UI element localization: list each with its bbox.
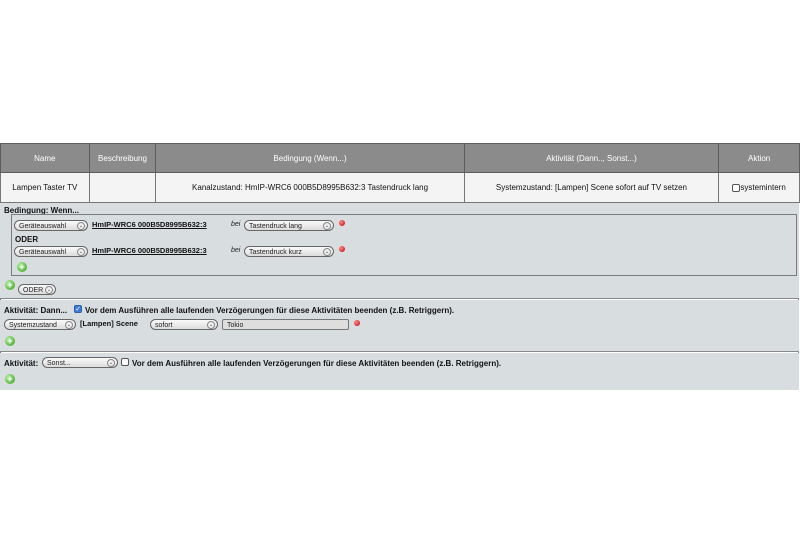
add-icon[interactable]: + [17,262,27,272]
trigger-select-2-value: Tastendruck kurz [249,249,302,256]
chevron-down-icon: ⌄ [207,321,215,329]
chevron-down-icon: ⌄ [65,321,73,329]
device-link-2[interactable]: HmIP-WRC6 000B5D8995B632:3 [92,246,207,255]
chevron-down-icon: ⌄ [323,222,331,230]
condition-section: Bedingung: Wenn... Geräteauswahl ⌄ HmIP-… [0,203,799,299]
program-activity-cell: Systemzustand: [Lampen] Scene sofort auf… [463,172,720,203]
systemintern-checkbox[interactable] [732,183,741,192]
bei-label-2: bei [231,247,241,254]
then-activity-select[interactable]: Systemzustand ⌄ [4,319,76,330]
trigger-select-1-value: Tastendruck lang [249,223,302,230]
then-timing-select[interactable]: sofort ⌄ [150,319,218,330]
chevron-down-icon: ⌄ [45,286,53,294]
delete-icon[interactable] [339,246,345,252]
chevron-down-icon: ⌄ [77,222,85,230]
condition-group: Geräteauswahl ⌄ HmIP-WRC6 000B5D8995B632… [11,214,797,276]
delete-icon[interactable] [354,320,360,326]
column-header-name[interactable]: Name [0,143,90,173]
chevron-down-icon: ⌄ [323,248,331,256]
chevron-down-icon: ⌄ [77,248,85,256]
bei-label-1: bei [231,221,241,228]
column-header-activity[interactable]: Aktivität (Dann.., Sonst...) [463,143,720,173]
chevron-down-icon: ⌄ [107,359,115,367]
then-activity-select-value: Systemzustand [9,322,57,329]
then-stop-delays-checkbox[interactable]: ✓ [74,305,82,313]
device-link-1[interactable]: HmIP-WRC6 000B5D8995B632:3 [92,220,207,229]
table-header-row: Name Beschreibung Bedingung (Wenn...) Ak… [0,143,800,173]
trigger-select-1[interactable]: Tastendruck lang ⌄ [244,220,334,231]
program-table: Name Beschreibung Bedingung (Wenn...) Ak… [0,143,800,203]
device-select-1[interactable]: Geräteauswahl ⌄ [14,220,88,231]
add-icon[interactable]: + [5,336,15,346]
device-select-2-value: Geräteauswahl [19,249,67,256]
then-section-label: Aktivität: Dann... [4,306,68,315]
delete-icon[interactable] [339,220,345,226]
else-section: Aktivität: Sonst... ⌄ Vor dem Ausführen … [0,353,799,390]
else-stop-delays-text: Vor dem Ausführen alle laufenden Verzöge… [132,359,502,368]
else-stop-delays-checkbox[interactable] [121,358,129,366]
or-select[interactable]: ODER ⌄ [18,284,56,295]
then-value-input[interactable]: Tokio [222,319,349,330]
or-select-value: ODER [23,287,44,294]
then-section: Aktivität: Dann... ✓ Vor dem Ausführen a… [0,300,799,352]
then-target-link[interactable]: [Lampen] Scene [80,319,138,328]
column-header-action[interactable]: Aktion [718,143,800,173]
then-timing-select-value: sofort [155,322,173,329]
else-section-label: Aktivität: [4,359,39,368]
column-header-condition[interactable]: Bedingung (Wenn...) [155,143,465,173]
program-condition-cell: Kanalzustand: HmIP-WRC6 000B5D8995B632:3… [155,172,465,203]
else-activity-select[interactable]: Sonst... ⌄ [42,357,118,368]
then-stop-delays-text: Vor dem Ausführen alle laufenden Verzöge… [85,306,455,315]
device-select-2[interactable]: Geräteauswahl ⌄ [14,246,88,257]
column-header-description[interactable]: Beschreibung [88,143,157,173]
add-icon[interactable]: + [5,280,15,290]
or-label: ODER [15,235,39,244]
else-activity-select-value: Sonst... [47,360,71,367]
systemintern-label: systemintern [740,183,786,192]
program-description-cell[interactable] [88,172,157,203]
trigger-select-2[interactable]: Tastendruck kurz ⌄ [244,246,334,257]
device-select-1-value: Geräteauswahl [19,223,67,230]
program-name-cell[interactable]: Lampen Taster TV [0,172,90,203]
program-action-cell: systemintern [718,172,800,203]
add-icon[interactable]: + [5,374,15,384]
table-row: Lampen Taster TV Kanalzustand: HmIP-WRC6… [0,172,800,203]
